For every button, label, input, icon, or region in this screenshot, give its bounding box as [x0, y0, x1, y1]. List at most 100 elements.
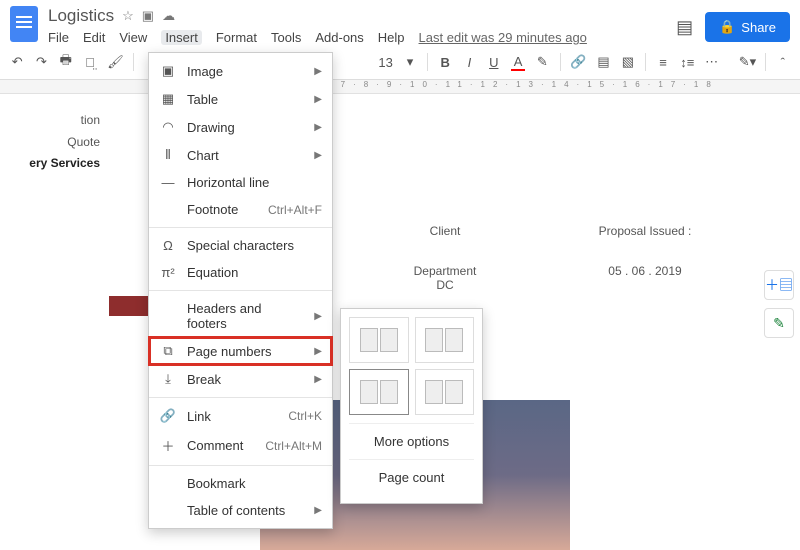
- insert-menu-horizontal-line[interactable]: — Horizontal line: [149, 169, 332, 196]
- bold-button[interactable]: B: [438, 55, 452, 70]
- open-comments-icon[interactable]: ▤: [676, 17, 693, 38]
- menu-edit[interactable]: Edit: [83, 30, 105, 45]
- page-numbers-submenu: More options Page count: [340, 308, 483, 504]
- chevron-down-icon[interactable]: ▾: [403, 54, 417, 70]
- more-icon[interactable]: ⋯: [704, 54, 718, 70]
- document-title[interactable]: Logistics: [48, 6, 114, 26]
- collapse-icon[interactable]: ˆ: [776, 55, 790, 70]
- insert-menu-page-numbers[interactable]: ⧉Page numbers▶: [149, 337, 332, 365]
- menu-file[interactable]: File: [48, 30, 69, 45]
- outline-item[interactable]: ery Services: [0, 153, 100, 175]
- menu-item-label: Image: [187, 64, 304, 79]
- chevron-right-icon: ▶: [314, 505, 322, 516]
- document-outline: tion Quote ery Services: [0, 110, 100, 175]
- menu-item-label: Break: [187, 372, 304, 387]
- menu-format[interactable]: Format: [216, 30, 257, 45]
- insert-dropdown: ▣Image▶ ▦ Table ▶ ◠Drawing▶⫴Chart▶ — Horizonta…: [148, 52, 333, 529]
- menu-item-label: Equation: [187, 265, 322, 280]
- toolbar: ↶ ↷ 🖶 Ａ̤ 🖌 1 13 ▾ B I U A ✎ 🔗 ▤ ▧ ≡ ↕≡ ⋯…: [0, 45, 800, 80]
- insert-link-icon[interactable]: 🔗: [570, 54, 586, 70]
- menu-item-label: Link: [187, 409, 278, 424]
- menu-item-shortcut: Ctrl+Alt+M: [265, 439, 322, 453]
- menu-item-icon: 🔗: [159, 408, 177, 424]
- menu-item-label: Headers and footers: [187, 301, 304, 331]
- menu-item-label: Table of contents: [187, 503, 304, 518]
- page-number-option-tr-skip[interactable]: [415, 317, 475, 363]
- menu-addons[interactable]: Add-ons: [315, 30, 363, 45]
- italic-button[interactable]: I: [462, 55, 476, 70]
- font-size-input[interactable]: 13: [378, 55, 392, 70]
- editing-mode-icon[interactable]: ✎▾: [739, 54, 755, 70]
- menu-item-label: Horizontal line: [187, 175, 322, 190]
- suggest-side-button[interactable]: ✎: [764, 308, 794, 338]
- page-number-option-tr[interactable]: [349, 317, 409, 363]
- share-label: Share: [741, 20, 776, 35]
- title-area: Logistics ☆ ▣ ☁ File Edit View Insert Fo…: [48, 6, 676, 45]
- insert-menu-chart[interactable]: ⫴Chart▶: [149, 141, 332, 169]
- share-button[interactable]: 🔒 Share: [705, 12, 790, 42]
- menu-view[interactable]: View: [119, 30, 147, 45]
- menu-item-label: Bookmark: [187, 476, 322, 491]
- menu-item-icon: ＋: [159, 436, 177, 455]
- menu-help[interactable]: Help: [378, 30, 405, 45]
- insert-menu-break[interactable]: ⤓ Break ▶: [149, 365, 332, 393]
- outline-item[interactable]: tion: [0, 110, 100, 132]
- menu-item-shortcut: Ctrl+Alt+F: [268, 203, 322, 217]
- insert-menu-special-characters[interactable]: ΩSpecial characters: [149, 232, 332, 259]
- redo-icon[interactable]: ↷: [34, 54, 48, 70]
- align-icon[interactable]: ≡: [656, 55, 670, 70]
- menu-item-icon: ⤓: [159, 371, 177, 387]
- menu-item-label: Chart: [187, 148, 304, 163]
- menu-insert[interactable]: Insert: [161, 30, 202, 45]
- insert-menu-table-of-contents[interactable]: Table of contents ▶: [149, 497, 332, 524]
- add-comment-icon[interactable]: ▤: [596, 54, 610, 70]
- cloud-icon[interactable]: ☁: [162, 8, 175, 24]
- star-icon[interactable]: ☆: [122, 8, 134, 24]
- insert-menu-footnote[interactable]: FootnoteCtrl+Alt+F: [149, 196, 332, 223]
- line-spacing-icon[interactable]: ↕≡: [680, 55, 694, 70]
- insert-menu-headers-and-footers[interactable]: Headers and footers ▶: [149, 295, 332, 337]
- text-color-button[interactable]: A: [511, 54, 525, 71]
- menu-item-icon: ◠: [159, 119, 177, 135]
- insert-menu-link[interactable]: 🔗 Link Ctrl+K: [149, 402, 332, 430]
- client-text: Department: [370, 264, 520, 278]
- add-comment-side-button[interactable]: ＋▤: [764, 270, 794, 300]
- issued-date: 05 . 06 . 2019: [570, 264, 720, 278]
- last-edit-link[interactable]: Last edit was 29 minutes ago: [419, 30, 587, 45]
- insert-menu-image[interactable]: ▣Image▶: [149, 57, 332, 85]
- issued-heading: Proposal Issued :: [570, 224, 720, 238]
- menu-item-icon: π²: [159, 265, 177, 280]
- chevron-right-icon: ▶: [314, 311, 322, 322]
- ruler: ·7·8·9·10·11·12·13·14·15·16·17·18: [0, 80, 800, 94]
- docs-logo-icon[interactable]: [10, 6, 38, 42]
- lock-icon: 🔒: [719, 19, 735, 35]
- insert-image-icon[interactable]: ▧: [621, 54, 635, 70]
- insert-menu-drawing[interactable]: ◠Drawing▶: [149, 113, 332, 141]
- menu-item-label: Page numbers: [187, 344, 304, 359]
- print-icon[interactable]: 🖶: [59, 51, 73, 73]
- spellcheck-icon[interactable]: Ａ̤: [83, 55, 97, 70]
- page-number-option-br-skip[interactable]: [415, 369, 475, 415]
- menu-item-label: Table: [187, 92, 304, 107]
- highlight-icon[interactable]: ✎: [535, 54, 549, 70]
- insert-menu-equation[interactable]: π² Equation: [149, 259, 332, 286]
- menu-tools[interactable]: Tools: [271, 30, 301, 45]
- page-number-option-br[interactable]: [349, 369, 409, 415]
- menu-item-icon: ▦: [159, 91, 177, 107]
- paint-format-icon[interactable]: 🖌: [107, 54, 123, 70]
- more-options-item[interactable]: More options: [349, 423, 474, 459]
- client-text: DC: [370, 278, 520, 292]
- menu-item-shortcut: Ctrl+K: [288, 409, 322, 423]
- undo-icon[interactable]: ↶: [10, 54, 24, 70]
- page-count-item[interactable]: Page count: [349, 459, 474, 495]
- outline-item[interactable]: Quote: [0, 132, 100, 154]
- insert-menu-comment[interactable]: ＋ Comment Ctrl+Alt+M: [149, 430, 332, 461]
- chevron-right-icon: ▶: [314, 374, 322, 385]
- menu-item-label: Comment: [187, 438, 255, 453]
- insert-menu-table[interactable]: ▦Table▶: [149, 85, 332, 113]
- menu-item-icon: —: [159, 175, 177, 190]
- move-icon[interactable]: ▣: [142, 8, 154, 24]
- section-marker: [109, 296, 149, 316]
- underline-button[interactable]: U: [487, 55, 501, 70]
- insert-menu-bookmark[interactable]: Bookmark: [149, 470, 332, 497]
